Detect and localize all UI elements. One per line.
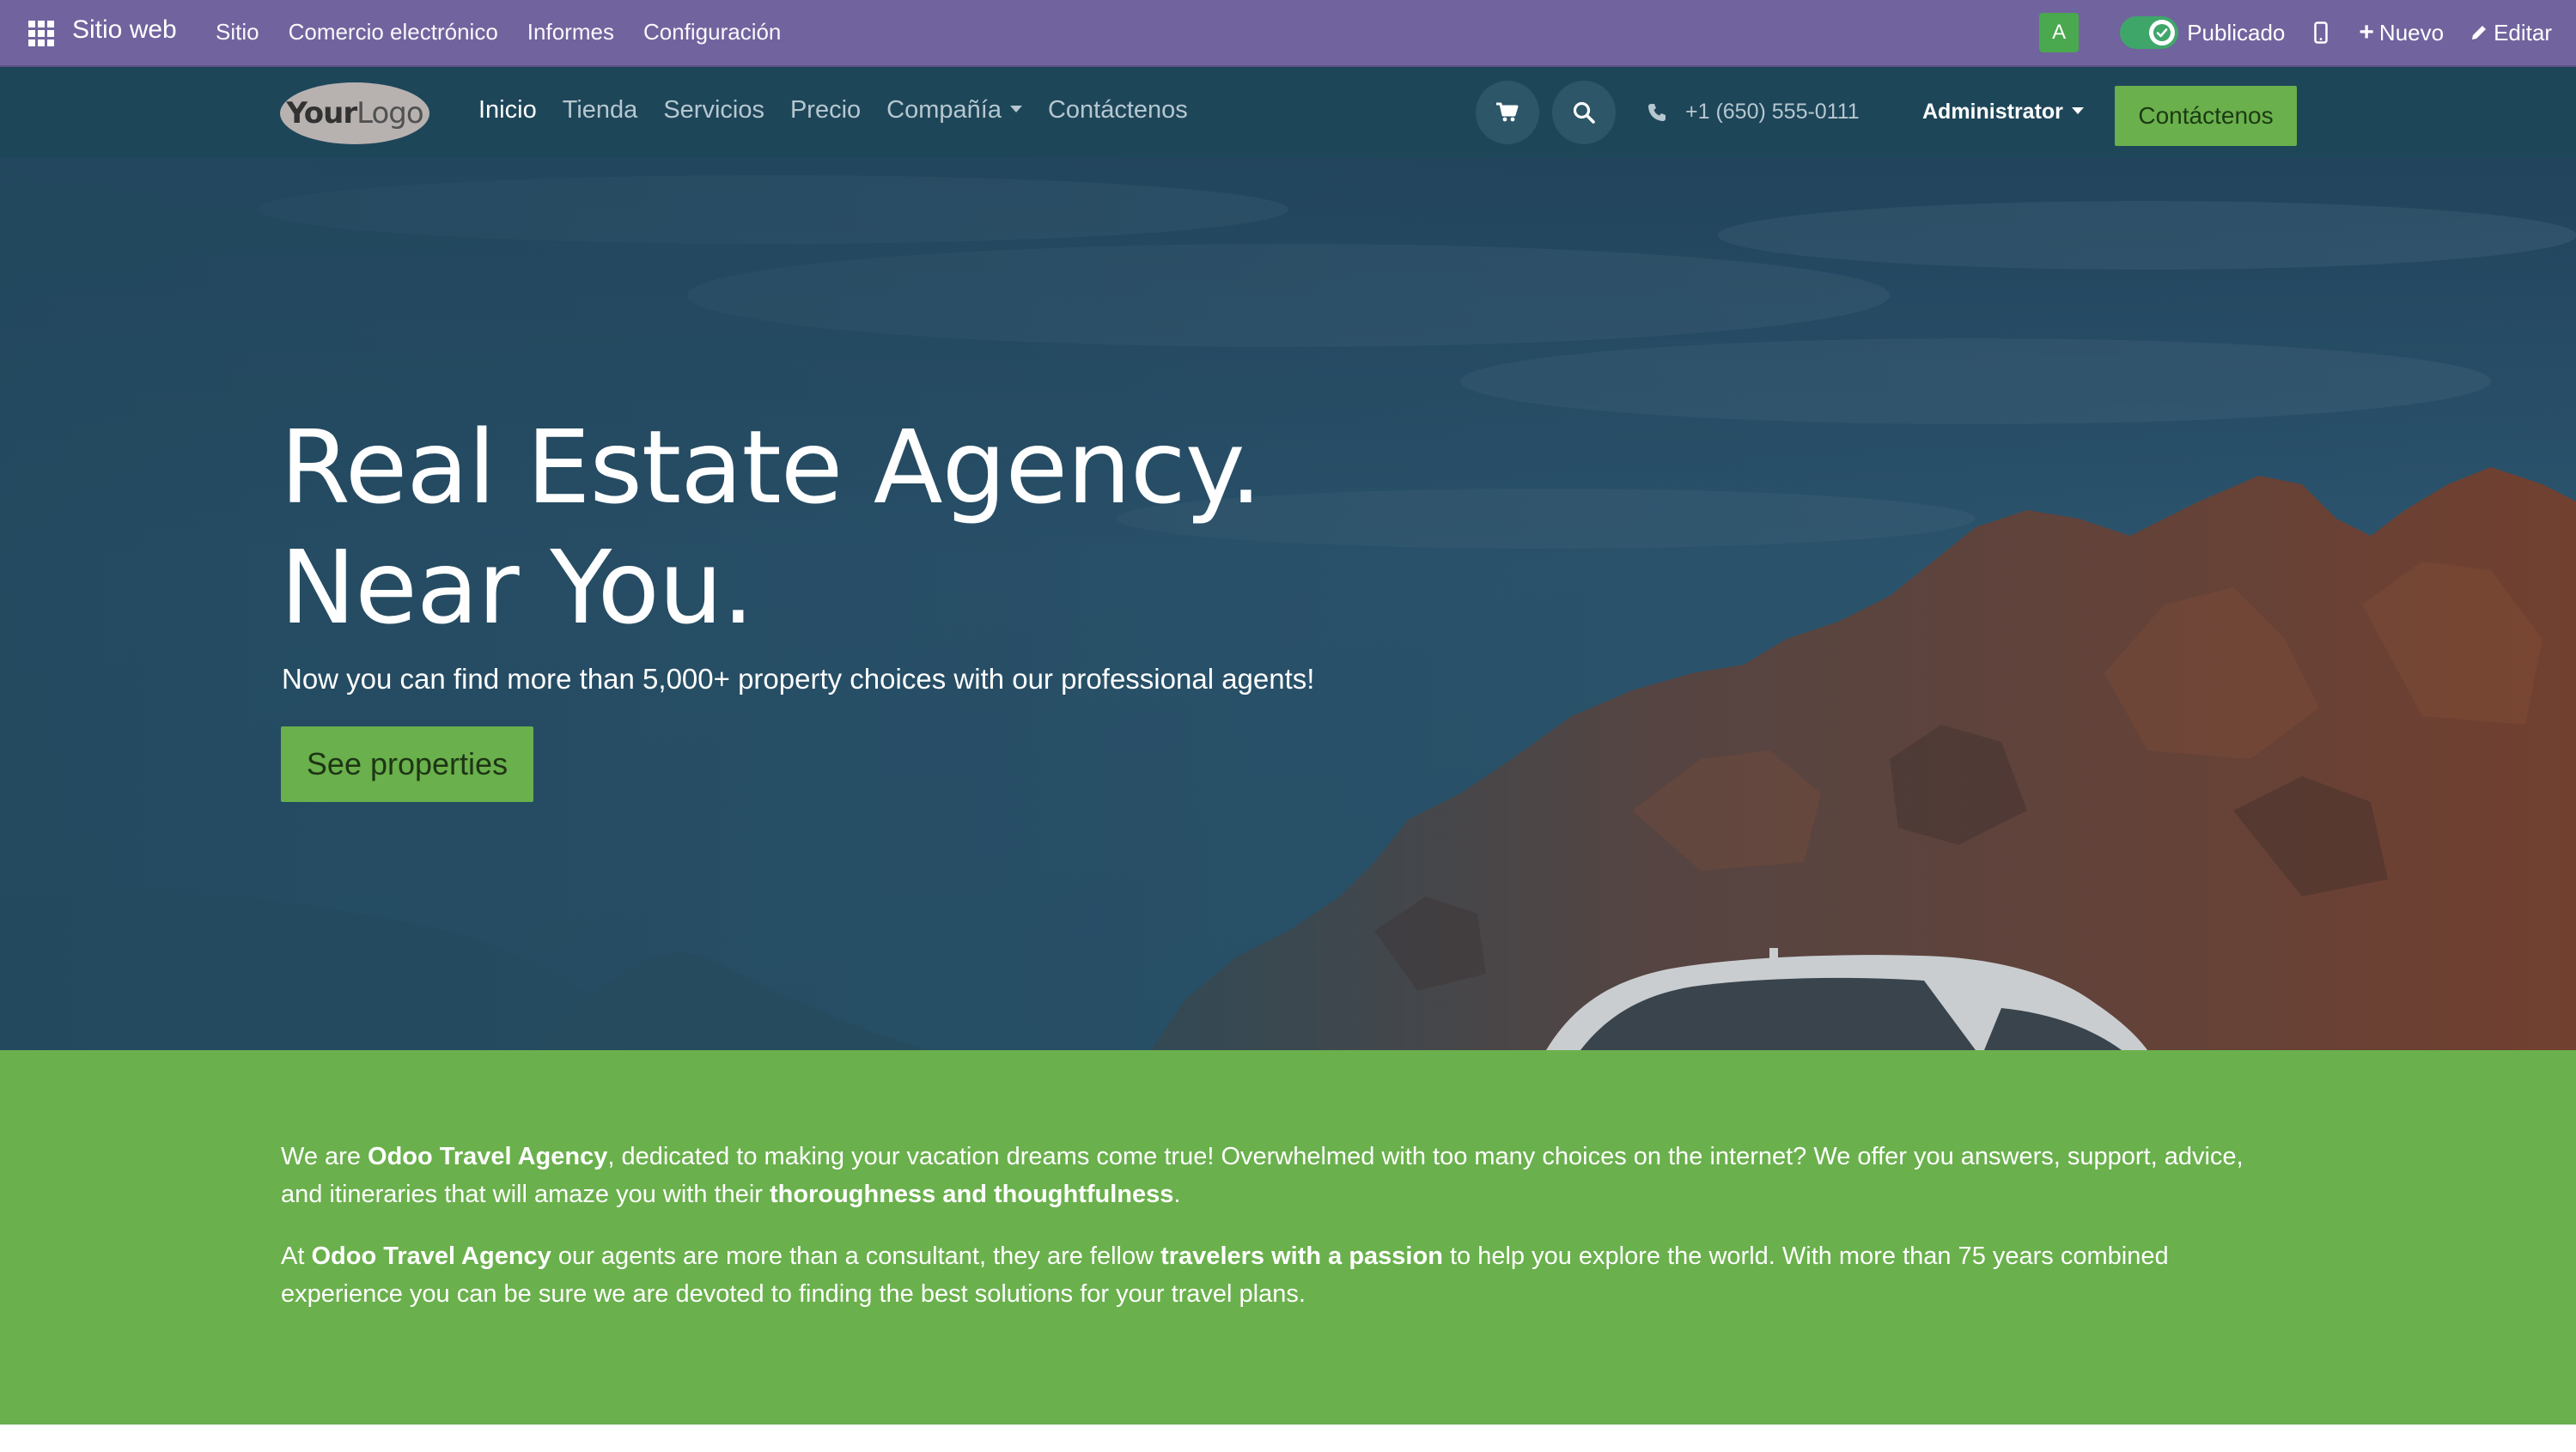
nav-compania-label: Compañía [886,96,1002,124]
intro-text: our agents are more than a consultant, t… [551,1242,1161,1270]
mobile-preview-icon[interactable] [2314,21,2329,44]
intro-paragraph-1: We are Odoo Travel Agency, dedicated to … [281,1138,2291,1213]
phone-number: +1 (650) 555-0111 [1685,100,1860,124]
published-label[interactable]: Publicado [2187,20,2285,46]
admin-menu-ecommerce[interactable]: Comercio electrónico [289,19,498,46]
hero-subtitle: Now you can find more than 5,000+ proper… [282,663,1315,695]
app-name[interactable]: Sitio web [72,15,177,45]
site-navbar: Your Logo Inicio Tienda Servicios Precio … [0,67,2576,158]
chevron-down-icon [1009,106,1022,113]
edit-label: Editar [2494,19,2552,46]
intro-paragraph-2: At Odoo Travel Agency our agents are mor… [281,1237,2291,1313]
intro-emphasis: thoroughness and thoughtfulness [769,1181,1174,1208]
admin-menu-sitio[interactable]: Sitio [216,19,259,46]
logo-text-your: Your [286,96,357,131]
intro-text: We are [281,1143,368,1170]
user-menu-dropdown[interactable]: Administrator [1922,100,2084,125]
edit-button[interactable]: Editar [2469,20,2552,46]
hero-title: Real Estate Agency. Near You. [280,407,1262,647]
nav-inicio[interactable]: Inicio [478,96,537,125]
search-button[interactable] [1552,81,1616,144]
phone-link[interactable]: +1 (650) 555-0111 [1647,100,1860,125]
pencil-icon [2472,26,2487,39]
nav-compania-dropdown[interactable]: Compañía [886,96,1022,125]
logo-text-logo: Logo [356,96,424,131]
nav-tienda[interactable]: Tienda [563,96,638,125]
search-icon [1573,101,1595,124]
user-name: Administrator [1922,100,2063,124]
avatar[interactable]: A [2039,13,2080,52]
intro-text: At [281,1242,312,1270]
page-bottom [0,1425,2576,1452]
published-toggle[interactable] [2120,16,2179,49]
chevron-down-icon [2071,106,2084,114]
plus-icon: + [2359,18,2374,46]
hero-section: Real Estate Agency. Near You. Now you ca… [0,158,2576,1050]
intro-emphasis: travelers with a passion [1160,1242,1443,1270]
hero-title-line2: Near You. [280,528,754,647]
admin-bar: Sitio web Sitio Comercio electrónico Inf… [0,0,2576,67]
new-label: Nuevo [2378,19,2445,46]
admin-actions: A Publicado + Nuevo Editar [2039,0,2552,65]
phone-icon [1648,103,1666,121]
cart-button[interactable] [1476,81,1539,144]
apps-grid-icon[interactable] [27,20,55,47]
nav-servicios[interactable]: Servicios [663,96,764,125]
main-nav: Inicio Tienda Servicios Precio Compañía … [478,96,1214,125]
intro-emphasis: Odoo Travel Agency [368,1143,608,1170]
new-button[interactable]: + Nuevo [2359,20,2444,46]
intro-text: . [1173,1181,1181,1208]
see-properties-button[interactable]: See properties [281,726,533,802]
contact-us-button[interactable]: Contáctenos [2115,86,2297,146]
nav-precio[interactable]: Precio [790,96,861,125]
admin-menu-configuracion[interactable]: Configuración [643,19,781,46]
admin-menu-informes[interactable]: Informes [527,19,614,46]
hero-title-line1: Real Estate Agency. [280,408,1262,526]
cart-icon [1496,102,1519,122]
check-icon [2149,20,2176,46]
intro-emphasis: Odoo Travel Agency [311,1242,551,1270]
intro-section: We are Odoo Travel Agency, dedicated to … [0,1050,2576,1425]
site-logo[interactable]: Your Logo [280,82,429,144]
admin-menu: Sitio Comercio electrónico Informes Conf… [216,19,810,46]
nav-contactenos[interactable]: Contáctenos [1048,96,1188,125]
